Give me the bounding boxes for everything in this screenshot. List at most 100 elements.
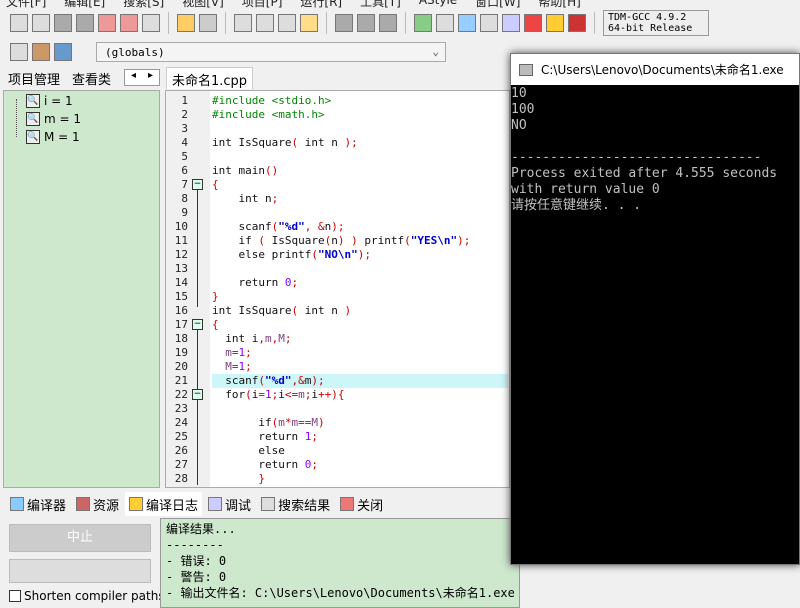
bookmark-icon[interactable] [335, 14, 353, 32]
arrow-right-icon[interactable]: ▸ [148, 70, 153, 85]
watch-item[interactable]: 🔍 M = 1 [26, 130, 80, 144]
code-token: "NO\n" [317, 248, 358, 261]
watch-item[interactable]: 🔍 i = 1 [26, 94, 73, 108]
code-line[interactable] [212, 402, 508, 416]
code-line[interactable]: scanf("%d", &n); [212, 220, 508, 234]
bottom-tab[interactable]: 编译器 [6, 492, 70, 516]
new-project-icon[interactable] [10, 43, 28, 61]
close-all-icon[interactable] [120, 14, 138, 32]
code-line[interactable]: { [212, 318, 508, 332]
fold-toggle-icon[interactable]: − [192, 179, 203, 190]
code-line[interactable] [212, 206, 508, 220]
bottom-tab[interactable]: 编译日志 [125, 492, 203, 516]
unindent-icon[interactable] [300, 14, 318, 32]
replace-icon[interactable] [256, 14, 274, 32]
goto-icon[interactable] [357, 14, 375, 32]
code-line[interactable] [212, 122, 508, 136]
compiler-select[interactable]: TDM-GCC 4.9.2 64-bit Release [603, 10, 709, 36]
check-icon[interactable] [502, 14, 520, 32]
checkbox[interactable] [9, 590, 21, 602]
rebuild-icon[interactable] [480, 14, 498, 32]
menu-item[interactable]: 视图[V] [182, 0, 224, 9]
line-number: 28 [174, 472, 188, 485]
code-line[interactable]: else [212, 444, 508, 458]
code-line[interactable] [212, 262, 508, 276]
fold-toggle-icon[interactable]: − [192, 319, 203, 330]
chart-icon[interactable] [546, 14, 564, 32]
code-line[interactable]: return 1; [212, 430, 508, 444]
redo-icon[interactable] [199, 14, 217, 32]
menu-item[interactable]: 窗口[W] [475, 0, 520, 9]
bottom-tab[interactable]: 关闭 [336, 492, 387, 516]
code-line[interactable]: M=1; [212, 360, 508, 374]
new-file-icon[interactable] [10, 14, 28, 32]
find-icon[interactable] [234, 14, 252, 32]
save-icon[interactable] [54, 14, 72, 32]
shorten-paths-checkbox[interactable]: Shorten compiler paths [9, 589, 165, 603]
code-line[interactable]: #include <stdio.h> [212, 94, 508, 108]
code-editor[interactable]: 1 2 3 4 5 6 7 8 9 10 11 12 13 14 15 16 17 18 19 20 21 22 23 24 2… [165, 90, 510, 488]
menu-item[interactable]: 项目[P] [242, 0, 283, 9]
code-line[interactable]: int main() [212, 164, 508, 178]
arrow-left-icon[interactable]: ◂ [131, 70, 136, 85]
console-titlebar[interactable]: C:\Users\Lenovo\Documents\未命名1.exe [511, 54, 799, 85]
console-window[interactable]: C:\Users\Lenovo\Documents\未命名1.exe 10 100… [510, 53, 800, 565]
abort-button[interactable]: 中止 [9, 524, 151, 552]
code-line[interactable]: int i,m,M; [212, 332, 508, 346]
code-line[interactable]: } [212, 472, 508, 486]
print-icon[interactable] [142, 14, 160, 32]
tab-classes[interactable]: 查看类 [67, 67, 116, 89]
indent-icon[interactable] [278, 14, 296, 32]
code-line[interactable]: int n; [212, 192, 508, 206]
tab-scroll[interactable]: ◂ ▸ [124, 69, 160, 86]
project-options-icon[interactable] [54, 43, 72, 61]
code-token: m [278, 416, 285, 429]
open-file-icon[interactable] [32, 14, 50, 32]
menu-item[interactable]: 帮助[H] [538, 0, 580, 9]
menu-item[interactable]: AStyle [419, 0, 457, 7]
code-line[interactable]: else printf("NO\n"); [212, 248, 508, 262]
code-line[interactable]: m=1; [212, 346, 508, 360]
menu-item[interactable]: 编辑[E] [64, 0, 105, 9]
line-number: 24 [174, 416, 188, 429]
undo-icon[interactable] [177, 14, 195, 32]
stop-icon[interactable] [524, 14, 542, 32]
resources-icon [76, 497, 91, 511]
save-all-icon[interactable] [76, 14, 94, 32]
shield-icon[interactable] [379, 14, 397, 32]
code-line[interactable]: int IsSquare( int n ) [212, 304, 508, 318]
editor-tab-file[interactable]: 未命名1.cpp [166, 67, 254, 89]
menu-item[interactable]: 工具[T] [360, 0, 401, 9]
close-file-icon[interactable] [98, 14, 116, 32]
code-token: ; [284, 332, 292, 345]
fold-toggle-icon[interactable]: − [192, 389, 203, 400]
bottom-tab[interactable]: 资源 [72, 492, 123, 516]
menu-item[interactable]: 运行[R] [300, 0, 342, 9]
code-line[interactable]: for(i=1;i<=m;i++){ [212, 388, 508, 402]
menu-item[interactable]: 文件[F] [6, 0, 46, 9]
compile-icon[interactable] [414, 14, 432, 32]
scope-select[interactable]: (globals) ⌄ [96, 42, 446, 62]
watch-item[interactable]: 🔍 m = 1 [26, 112, 81, 126]
bottom-tab[interactable]: 调试 [204, 492, 255, 516]
code-line[interactable]: scanf("%d",&m); [212, 374, 508, 388]
code-line[interactable]: return 0; [212, 276, 508, 290]
code-token: ; [291, 276, 299, 289]
code-line[interactable]: int IsSquare( int n ); [212, 136, 508, 150]
run-icon[interactable] [436, 14, 454, 32]
console-output: 10 100 NO -------------------------------- P… [511, 85, 799, 214]
line-number: 20 [174, 360, 188, 373]
code-line[interactable]: { [212, 178, 508, 192]
compile-run-icon[interactable] [458, 14, 476, 32]
bottom-tab[interactable]: 搜索结果 [257, 492, 334, 516]
code-line[interactable]: if ( IsSquare(n) ) printf("YES\n"); [212, 234, 508, 248]
code-line[interactable]: #include <math.h> [212, 108, 508, 122]
code-line[interactable]: return 0; [212, 458, 508, 472]
add-file-icon[interactable] [32, 43, 50, 61]
code-line[interactable]: } [212, 290, 508, 304]
code-line[interactable] [212, 150, 508, 164]
tab-project[interactable]: 项目管理 [3, 67, 65, 89]
profile-delete-icon[interactable] [568, 14, 586, 32]
menu-item[interactable]: 搜索[S] [123, 0, 164, 9]
code-line[interactable]: if(m*m==M) [212, 416, 508, 430]
